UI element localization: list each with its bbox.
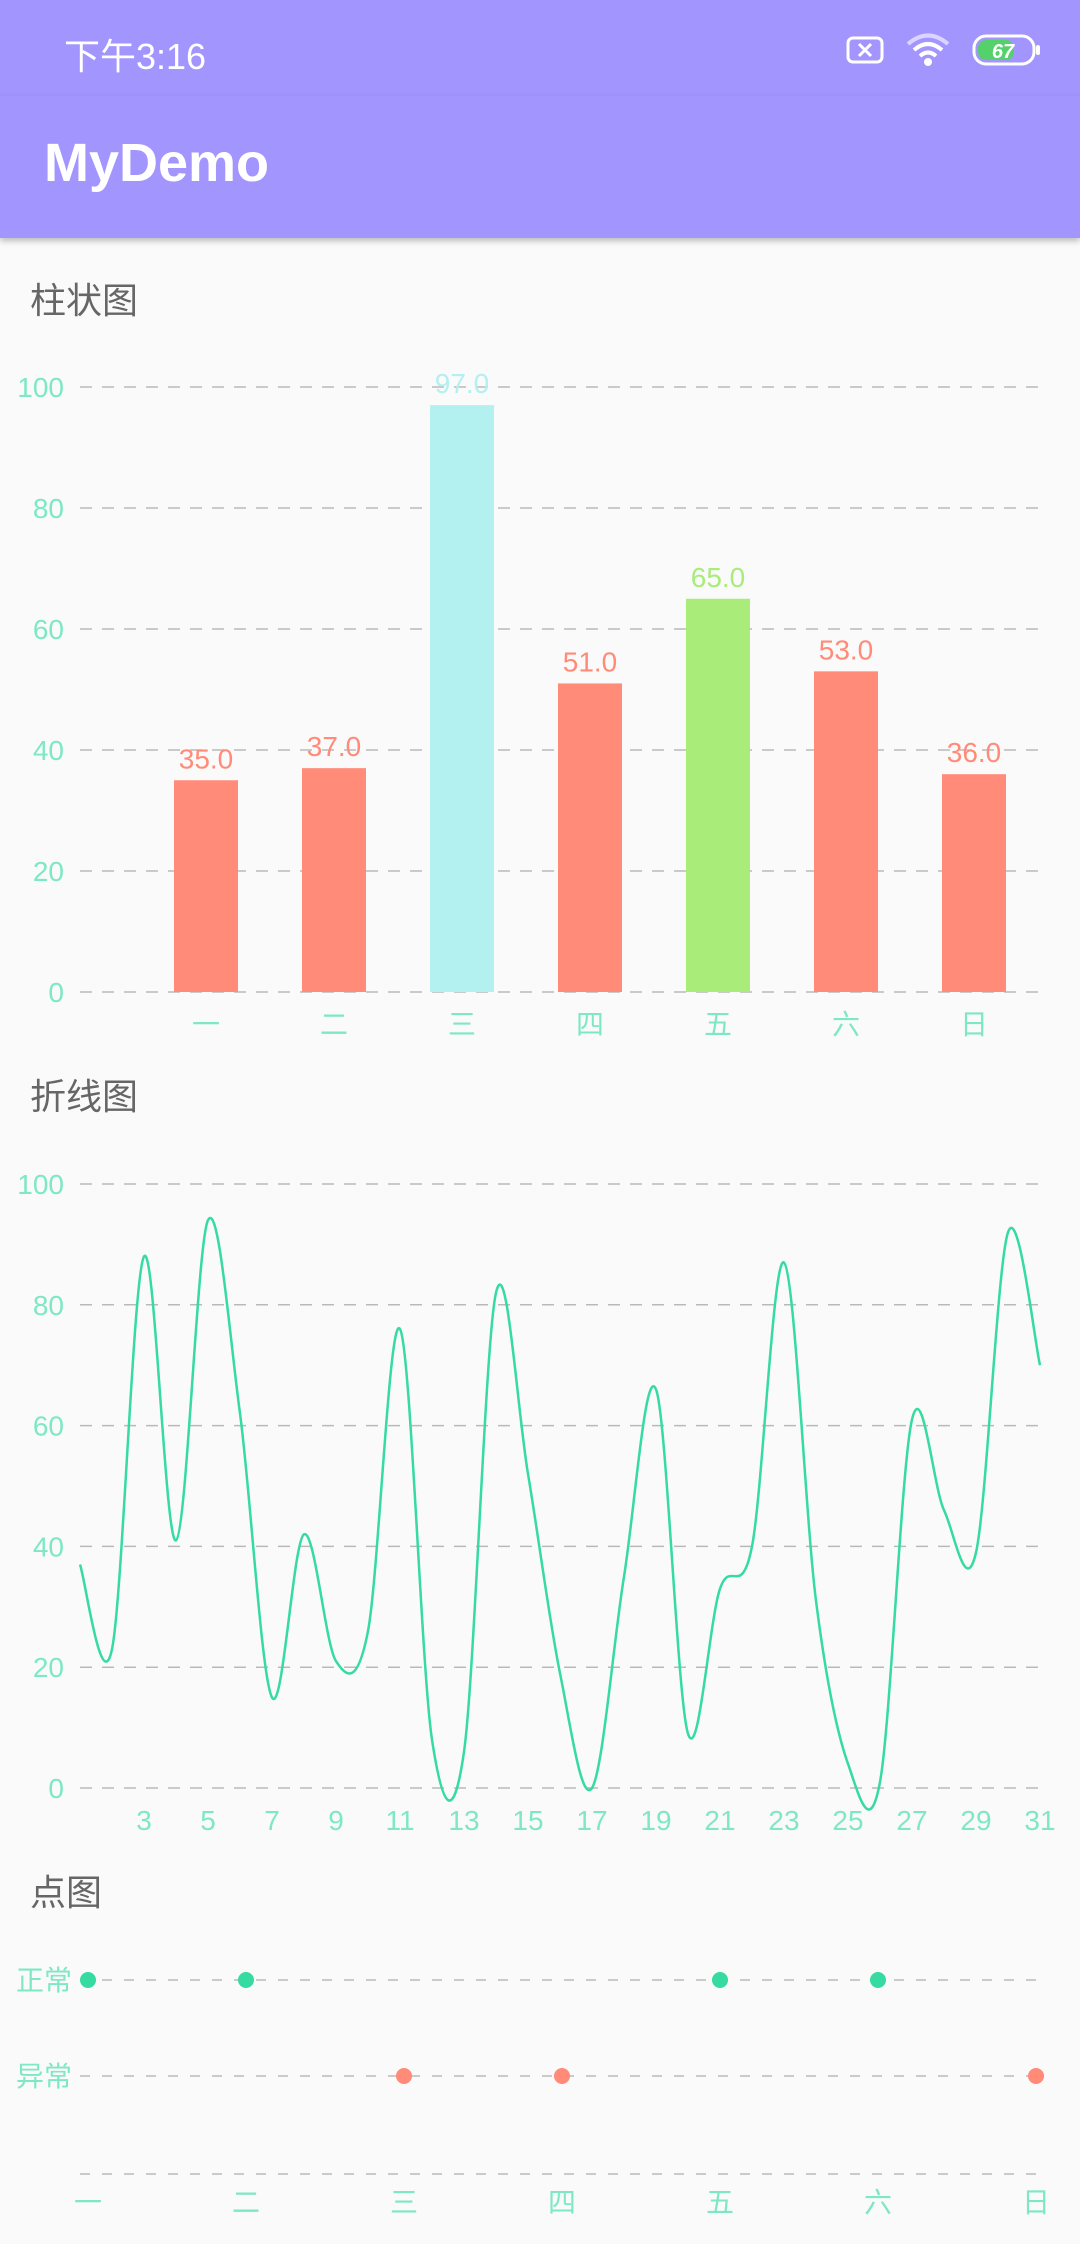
x-tick-label: 29 <box>960 1805 991 1836</box>
x-tick-label: 5 <box>200 1805 216 1836</box>
x-tick-label: 一 <box>192 1009 220 1040</box>
x-tick-label: 二 <box>320 1009 348 1040</box>
app-title: MyDemo <box>44 133 270 193</box>
x-tick-label: 9 <box>328 1805 344 1836</box>
x-tick-label: 25 <box>832 1805 863 1836</box>
scatter-point <box>80 1972 96 1988</box>
bar-value-label: 51.0 <box>563 646 618 677</box>
y-tick-label: 0 <box>48 1773 64 1804</box>
x-tick-label: 7 <box>264 1805 280 1836</box>
scatter-chart-title: 点图 <box>30 1872 103 1913</box>
x-tick-label: 13 <box>448 1805 479 1836</box>
notification-off-icon <box>846 36 884 64</box>
bar-chart-title: 柱状图 <box>30 280 139 321</box>
bar <box>686 598 750 992</box>
x-tick-label: 日 <box>960 1009 988 1040</box>
y-tick-label: 40 <box>33 735 64 766</box>
status-time: 下午3:16 <box>64 36 207 77</box>
x-tick-label: 11 <box>385 1805 414 1836</box>
status-icons: 67 <box>846 30 1042 70</box>
x-tick-label: 21 <box>704 1805 735 1836</box>
y-tick-label: 60 <box>33 1411 64 1442</box>
bar <box>558 683 622 992</box>
x-tick-label: 17 <box>576 1805 607 1836</box>
x-tick-label: 六 <box>832 1009 860 1040</box>
x-tick-label: 四 <box>576 1009 604 1040</box>
bar-value-label: 97.0 <box>435 368 490 399</box>
x-tick-label: 三 <box>390 2187 418 2218</box>
y-tick-label: 60 <box>33 614 64 645</box>
bar-value-label: 53.0 <box>819 634 874 665</box>
scatter-point <box>712 1972 728 1988</box>
x-tick-label: 31 <box>1024 1805 1055 1836</box>
bar-value-label: 35.0 <box>179 743 234 774</box>
x-tick-label: 四 <box>548 2187 576 2218</box>
battery-icon: 67 <box>972 34 1040 66</box>
x-tick-label: 19 <box>640 1805 671 1836</box>
scatter-point <box>870 1972 886 1988</box>
x-tick-label: 27 <box>896 1805 927 1836</box>
y-tick-label: 0 <box>48 977 64 1008</box>
scatter-point <box>238 1972 254 1988</box>
x-tick-label: 15 <box>512 1805 543 1836</box>
scatter-chart: 正常异常一 二 三 四 五 六 日 <box>16 1965 1050 2218</box>
y-tick-label: 100 <box>17 372 64 403</box>
x-tick-label: 五 <box>706 2187 734 2218</box>
x-tick-label: 日 <box>1022 2187 1050 2218</box>
wifi-icon <box>906 33 950 66</box>
bar <box>814 671 878 992</box>
status-bar: 下午3:16 67 <box>0 0 1080 96</box>
line-chart: 0 20 40 60 80 100 3 5 7 9 11 13 15 17 19 21 23 25 27 29 31 <box>17 1169 1055 1836</box>
x-tick-label: 一 <box>74 2187 102 2218</box>
bar-value-label: 37.0 <box>307 731 362 762</box>
bar <box>942 774 1006 992</box>
battery-level: 67 <box>992 41 1015 63</box>
line-chart-title: 折线图 <box>30 1076 139 1117</box>
bar <box>430 405 494 992</box>
x-tick-label: 五 <box>704 1009 732 1040</box>
x-tick-label: 三 <box>448 1009 476 1040</box>
y-tick-label: 异常 <box>16 2061 72 2092</box>
x-tick-label: 六 <box>864 2187 892 2218</box>
bar <box>174 780 238 992</box>
scatter-point <box>1028 2068 1044 2084</box>
y-tick-label: 100 <box>17 1169 64 1200</box>
bar-value-label: 36.0 <box>947 737 1002 768</box>
app-bar: MyDemo <box>0 96 1080 238</box>
y-tick-label: 20 <box>33 1652 64 1683</box>
x-tick-label: 二 <box>232 2187 260 2218</box>
y-tick-label: 80 <box>33 493 64 524</box>
y-tick-label: 正常 <box>16 1965 72 1996</box>
scatter-point <box>554 2068 570 2084</box>
y-tick-label: 40 <box>33 1531 64 1562</box>
series-line <box>78 1216 1042 1811</box>
scatter-point <box>396 2068 412 2084</box>
x-tick-label: 23 <box>768 1805 799 1836</box>
bar-value-label: 65.0 <box>691 562 746 593</box>
bar-chart: 0 20 40 60 80 100 35.0 一 37.0 二 97.0 三 51.0 四 65.0 五 53.… <box>17 368 1040 1040</box>
y-tick-label: 80 <box>33 1290 64 1321</box>
y-tick-label: 20 <box>33 856 64 887</box>
bar <box>302 768 366 992</box>
x-tick-label: 3 <box>136 1805 152 1836</box>
